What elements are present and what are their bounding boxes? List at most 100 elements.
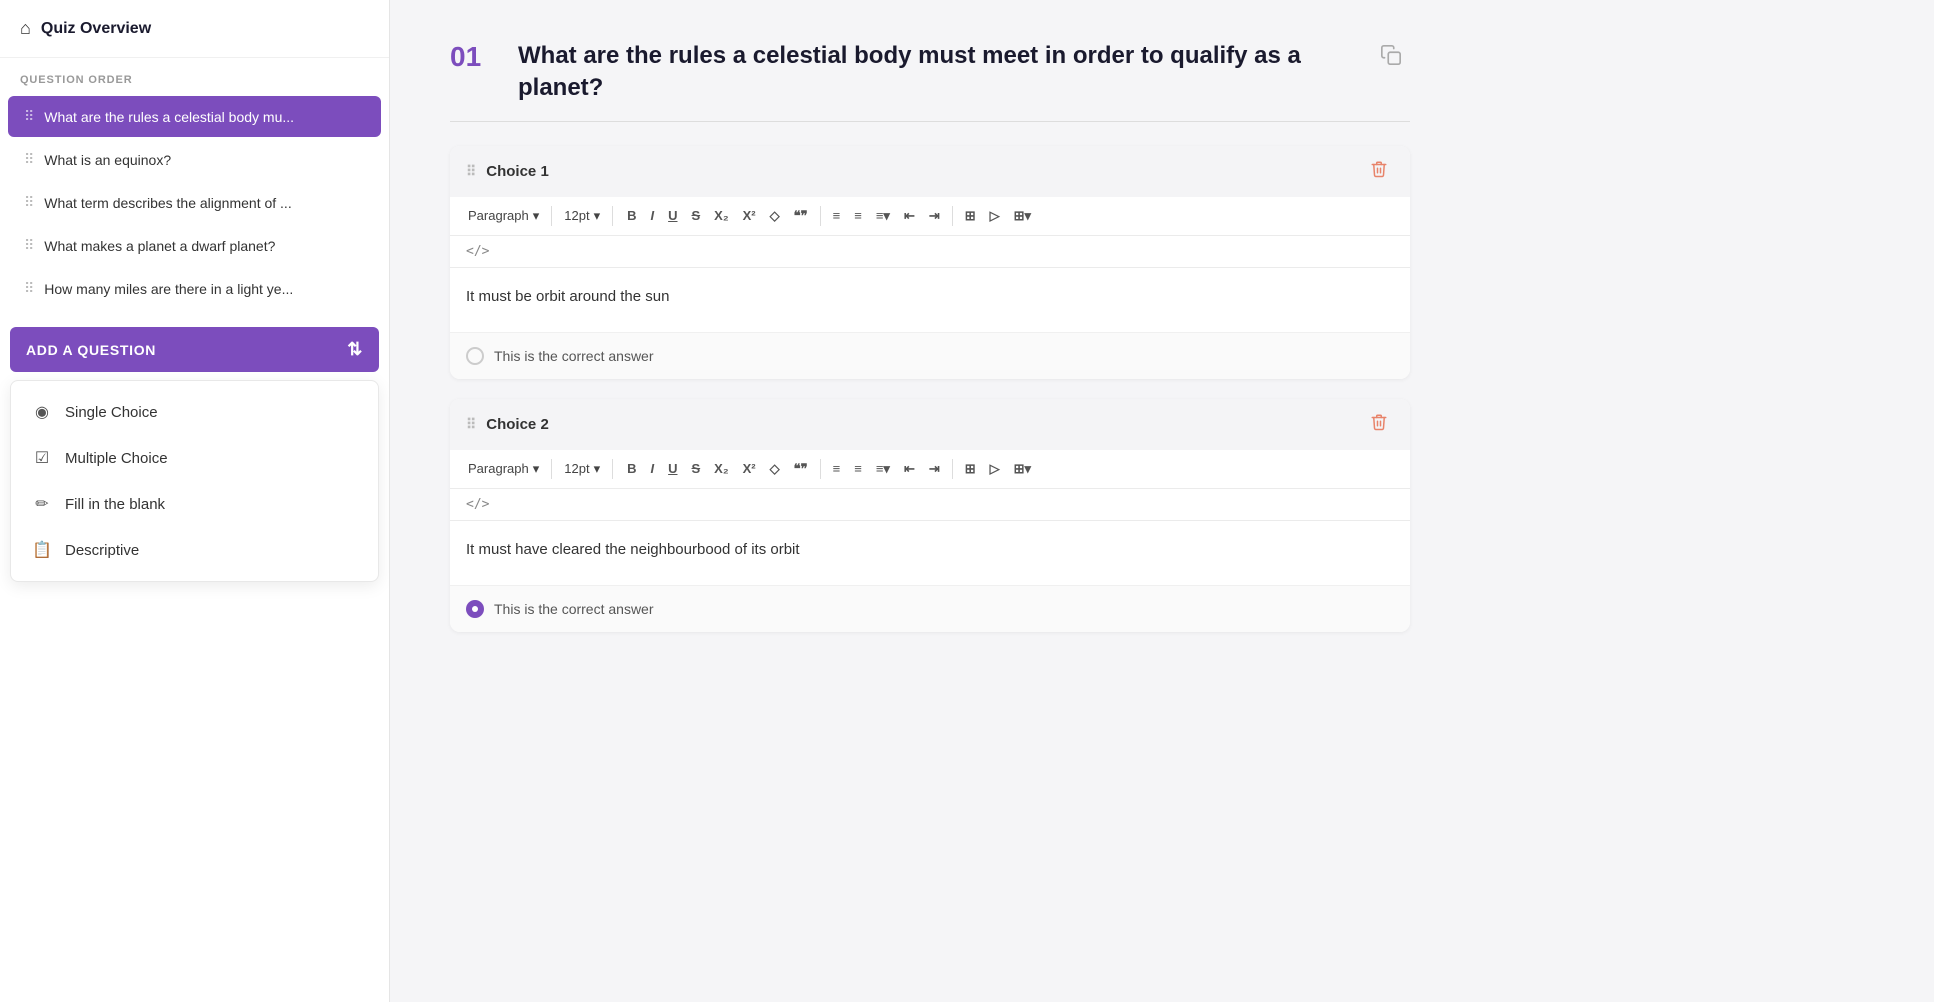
paragraph-style-select-2[interactable]: Paragraph ▾ (462, 458, 545, 480)
question-item-text: What is an equinox? (44, 152, 365, 168)
choice-2-content[interactable]: It must have cleared the neighbourbood o… (450, 521, 1410, 585)
format-group: B I U S X₂ X² ◇ ❝❞ ≡ ≡ ≡▾ ⇤ ⇥ ⊞ ▷ (621, 205, 1037, 226)
table-button[interactable]: ⊞▾ (1008, 205, 1037, 226)
sidebar: ⌂ Quiz Overview QUESTION ORDER ⠿ What ar… (0, 0, 390, 1002)
bullet-list-button-2[interactable]: ≡ (827, 458, 847, 479)
chevron-up-down-icon: ⇅ (347, 339, 363, 360)
fill-blank-option[interactable]: ✏ Fill in the blank (11, 481, 378, 527)
document-icon: 📋 (31, 539, 53, 561)
table-button-2[interactable]: ⊞▾ (1008, 458, 1037, 479)
checkbox-icon: ☑ (31, 447, 53, 469)
strikethrough-button[interactable]: S (686, 205, 707, 226)
correct-answer-row-1[interactable]: This is the correct answer (450, 332, 1410, 379)
separator (612, 459, 613, 479)
chevron-down-icon: ▾ (594, 208, 601, 224)
strikethrough-button-2[interactable]: S (686, 458, 707, 479)
multiple-choice-label: Multiple Choice (65, 450, 168, 467)
descriptive-label: Descriptive (65, 542, 139, 559)
image-button[interactable]: ⊞ (959, 205, 982, 226)
bold-button[interactable]: B (621, 205, 642, 226)
correct-answer-label-1: This is the correct answer (494, 348, 654, 364)
home-icon: ⌂ (20, 18, 31, 39)
ordered-list-button-2[interactable]: ≡ (848, 458, 868, 479)
code-indicator: </> (450, 236, 1410, 268)
subscript-button-2[interactable]: X₂ (708, 458, 734, 479)
question-order-label: QUESTION ORDER (0, 58, 389, 94)
delete-choice-2-button[interactable] (1364, 411, 1394, 438)
single-choice-label: Single Choice (65, 404, 158, 421)
question-type-dropdown: ◉ Single Choice ☑ Multiple Choice ✏ Fill… (10, 380, 379, 582)
descriptive-option[interactable]: 📋 Descriptive (11, 527, 378, 573)
drag-handle-icon: ⠿ (466, 163, 476, 180)
multiple-choice-option[interactable]: ☑ Multiple Choice (11, 435, 378, 481)
sidebar-item-question-3[interactable]: ⠿ What term describes the alignment of .… (8, 182, 381, 223)
separator (612, 206, 613, 226)
superscript-button-2[interactable]: X² (737, 458, 762, 479)
align-button-2[interactable]: ≡▾ (870, 458, 896, 479)
quote-button[interactable]: ❝❞ (788, 205, 814, 226)
editor-toolbar-2: Paragraph ▾ 12pt ▾ B I U S X₂ X (450, 450, 1410, 489)
sidebar-item-question-2[interactable]: ⠿ What is an equinox? (8, 139, 381, 180)
drag-handle-icon: ⠿ (466, 416, 476, 433)
indent-right-button[interactable]: ⇥ (923, 205, 946, 226)
sidebar-item-question-5[interactable]: ⠿ How many miles are there in a light ye… (8, 268, 381, 309)
choice-1-text: It must be orbit around the sun (466, 288, 669, 305)
indent-left-button-2[interactable]: ⇤ (898, 458, 921, 479)
choice-1-label: ⠿ Choice 1 (466, 163, 549, 180)
correct-answer-row-2[interactable]: This is the correct answer (450, 585, 1410, 632)
sidebar-item-question-4[interactable]: ⠿ What makes a planet a dwarf planet? (8, 225, 381, 266)
separator (952, 206, 953, 226)
copy-icon (1380, 44, 1402, 66)
separator (820, 206, 821, 226)
quote-button-2[interactable]: ❝❞ (788, 458, 814, 479)
highlight-button[interactable]: ◇ (764, 205, 786, 226)
video-button-2[interactable]: ▷ (984, 458, 1006, 479)
correct-radio-1[interactable] (466, 347, 484, 365)
drag-handle-icon: ⠿ (24, 194, 34, 211)
superscript-button[interactable]: X² (737, 205, 762, 226)
indent-left-button[interactable]: ⇤ (898, 205, 921, 226)
editor-toolbar-1: Paragraph ▾ 12pt ▾ B I U S X₂ X (450, 197, 1410, 236)
subscript-button[interactable]: X₂ (708, 205, 734, 226)
question-title: What are the rules a celestial body must… (518, 40, 1352, 105)
paragraph-style-select[interactable]: Paragraph ▾ (462, 205, 545, 227)
image-button-2[interactable]: ⊞ (959, 458, 982, 479)
main-content: 01 What are the rules a celestial body m… (390, 0, 1934, 1002)
choice-2-title: Choice 2 (486, 416, 549, 433)
size-label: 12pt (564, 208, 589, 223)
underline-button[interactable]: U (662, 205, 683, 226)
underline-button-2[interactable]: U (662, 458, 683, 479)
bullet-list-button[interactable]: ≡ (827, 205, 847, 226)
font-size-select-2[interactable]: 12pt ▾ (558, 458, 606, 480)
code-indicator-2: </> (450, 489, 1410, 521)
copy-button[interactable] (1372, 40, 1410, 76)
choice-1-content[interactable]: It must be orbit around the sun (450, 268, 1410, 332)
format-group-2: B I U S X₂ X² ◇ ❝❞ ≡ ≡ ≡▾ ⇤ ⇥ ⊞ ▷ (621, 458, 1037, 479)
paragraph-label: Paragraph (468, 208, 529, 223)
paragraph-label-2: Paragraph (468, 461, 529, 476)
sidebar-item-question-1[interactable]: ⠿ What are the rules a celestial body mu… (8, 96, 381, 137)
trash-icon (1370, 413, 1388, 431)
choice-2-header: ⠿ Choice 2 (450, 399, 1410, 450)
choice-card-1: ⠿ Choice 1 Paragraph ▾ (450, 146, 1410, 379)
trash-icon (1370, 160, 1388, 178)
correct-radio-2[interactable] (466, 600, 484, 618)
italic-button[interactable]: I (644, 205, 660, 226)
bold-button-2[interactable]: B (621, 458, 642, 479)
indent-right-button-2[interactable]: ⇥ (923, 458, 946, 479)
question-item-text: What makes a planet a dwarf planet? (44, 238, 365, 254)
ordered-list-button[interactable]: ≡ (848, 205, 868, 226)
question-section: 01 What are the rules a celestial body m… (450, 40, 1410, 632)
font-size-select[interactable]: 12pt ▾ (558, 205, 606, 227)
question-item-text: How many miles are there in a light ye..… (44, 281, 365, 297)
italic-button-2[interactable]: I (644, 458, 660, 479)
delete-choice-1-button[interactable] (1364, 158, 1394, 185)
align-button[interactable]: ≡▾ (870, 205, 896, 226)
separator (551, 459, 552, 479)
add-question-button[interactable]: ADD A QUESTION ⇅ (10, 327, 379, 372)
choice-1-header: ⠿ Choice 1 (450, 146, 1410, 197)
quiz-overview-title: Quiz Overview (41, 20, 151, 38)
video-button[interactable]: ▷ (984, 205, 1006, 226)
highlight-button-2[interactable]: ◇ (764, 458, 786, 479)
single-choice-option[interactable]: ◉ Single Choice (11, 389, 378, 435)
